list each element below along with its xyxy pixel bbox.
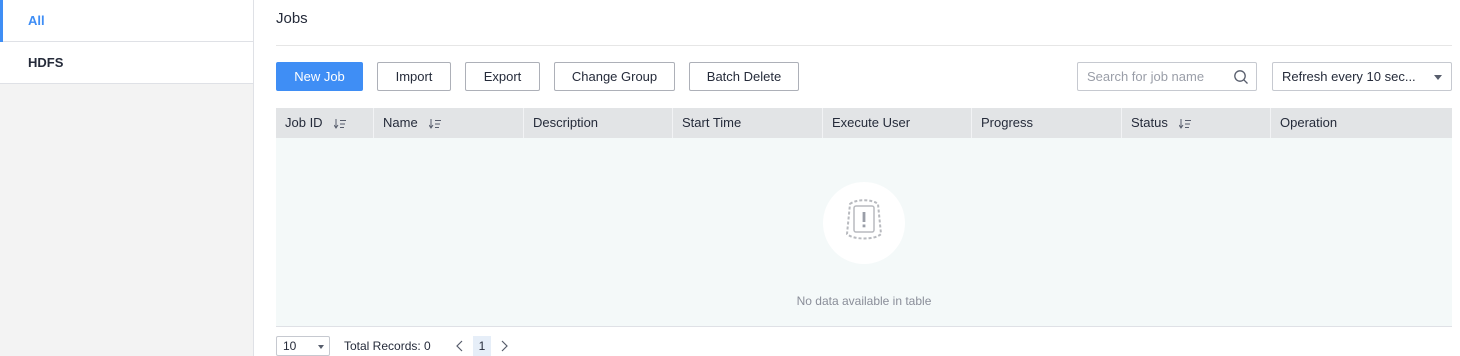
change-group-button[interactable]: Change Group (554, 62, 675, 91)
column-header-description: Description (524, 108, 673, 138)
main-content: Jobs New Job Import Export Change Group … (276, 0, 1452, 356)
table-header: Job ID Name Description Start Time Execu… (276, 108, 1452, 138)
new-job-button[interactable]: New Job (276, 62, 363, 91)
chevron-down-icon (1434, 75, 1442, 80)
search-input[interactable] (1078, 63, 1228, 90)
column-header-label: Status (1131, 115, 1168, 130)
table-body-empty: No data available in table (276, 138, 1452, 327)
chevron-left-icon[interactable] (454, 339, 466, 353)
column-header-job-id[interactable]: Job ID (276, 108, 374, 138)
column-header-label: Operation (1280, 115, 1338, 130)
column-header-label: Name (383, 115, 418, 130)
column-header-progress: Progress (972, 108, 1122, 138)
refresh-interval-value: Refresh every 10 sec... (1282, 69, 1416, 84)
export-button[interactable]: Export (465, 62, 540, 91)
page-size-select[interactable]: 10 (276, 336, 330, 356)
batch-delete-button[interactable]: Batch Delete (689, 62, 799, 91)
sort-icon[interactable] (1179, 118, 1192, 129)
column-header-start-time: Start Time (673, 108, 823, 138)
column-header-label: Description (533, 115, 599, 130)
import-button[interactable]: Import (377, 62, 451, 91)
page-title: Jobs (276, 10, 308, 27)
sidebar-item-hdfs[interactable]: HDFS (0, 42, 253, 84)
column-header-execute-user: Execute User (823, 108, 972, 138)
page-number-current[interactable]: 1 (473, 336, 491, 356)
chevron-down-icon (318, 345, 324, 349)
column-header-name[interactable]: Name (374, 108, 524, 138)
page-size-value: 10 (283, 339, 297, 353)
column-header-status[interactable]: Status (1122, 108, 1271, 138)
no-data-icon (845, 199, 883, 240)
search-icon[interactable] (1233, 69, 1249, 85)
column-header-operation: Operation (1271, 108, 1452, 138)
empty-state-message: No data available in table (796, 294, 932, 308)
sidebar-item-all[interactable]: All (0, 0, 253, 42)
column-header-label: Progress (981, 115, 1034, 130)
empty-state-illustration (823, 182, 905, 264)
sort-icon[interactable] (429, 118, 442, 129)
title-divider (276, 45, 1452, 46)
column-header-label: Execute User (832, 115, 911, 130)
sort-icon[interactable] (334, 118, 347, 129)
chevron-right-icon[interactable] (498, 339, 510, 353)
jobs-table: Job ID Name Description Start Time Execu… (276, 108, 1452, 327)
sidebar: All HDFS (0, 0, 254, 356)
total-records: Total Records: 0 (344, 339, 431, 353)
column-header-label: Start Time (682, 115, 742, 130)
column-header-label: Job ID (285, 115, 323, 130)
job-search (1077, 62, 1257, 91)
refresh-interval-select[interactable]: Refresh every 10 sec... (1272, 62, 1452, 91)
